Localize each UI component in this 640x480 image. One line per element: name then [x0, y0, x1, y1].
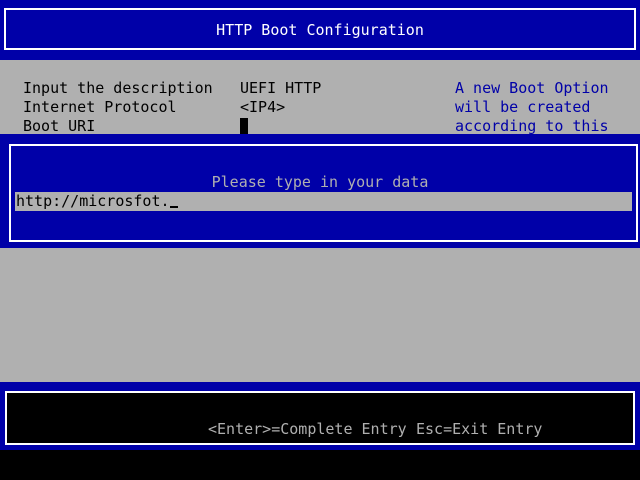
help-text-line: A new Boot Option: [455, 79, 609, 97]
input-caret: [169, 206, 178, 208]
dialog-input-value[interactable]: http://microsfot.: [16, 192, 178, 211]
page-title: HTTP Boot Configuration: [216, 21, 424, 39]
help-text-line: will be created: [455, 98, 591, 116]
enter-hint: <Enter>=Complete Entry: [208, 420, 407, 438]
internet-protocol-select[interactable]: <IP4>: [240, 98, 285, 117]
text-cursor: [240, 118, 248, 134]
dialog-input-text: http://microsfot.: [16, 192, 170, 210]
esc-hint: Esc=Exit Entry: [416, 420, 543, 438]
description-label: Input the description: [23, 79, 213, 97]
dialog-prompt: Please type in your data: [211, 173, 429, 191]
description-value[interactable]: UEFI HTTP: [240, 79, 321, 98]
internet-protocol-label: Internet Protocol: [23, 98, 177, 116]
